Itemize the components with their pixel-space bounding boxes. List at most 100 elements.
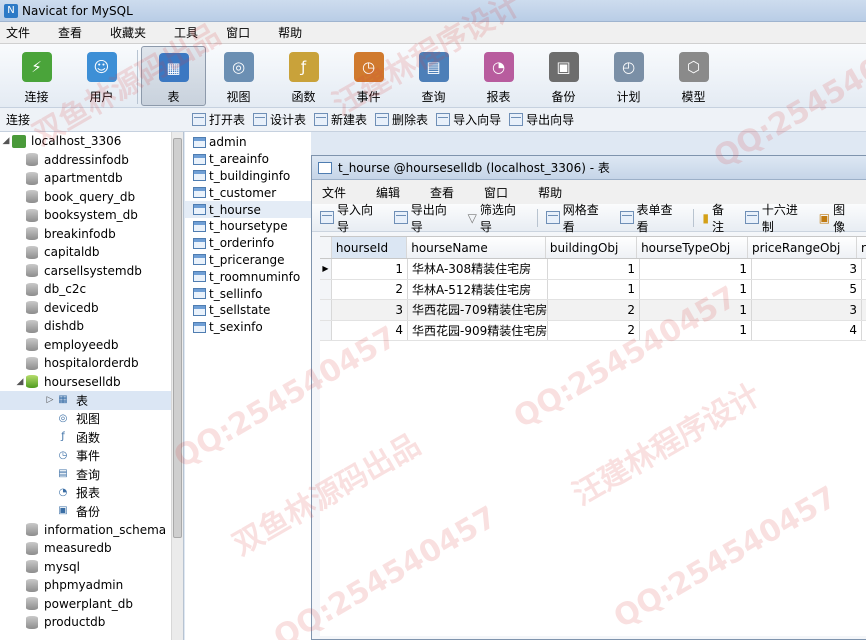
table-row[interactable]: 4 华西花园-909精装住宅房 2 1 4 bbox=[320, 320, 866, 341]
tw-menu-file[interactable]: 文件 bbox=[312, 184, 356, 201]
cell-hoursetypeobj[interactable]: 1 bbox=[640, 300, 752, 320]
cell-buildingobj[interactable]: 2 bbox=[548, 320, 640, 340]
tree-db[interactable]: capitaldb bbox=[0, 243, 183, 262]
event-button[interactable]: ◷ 事件 bbox=[336, 46, 401, 106]
cell-hourseid[interactable]: 2 bbox=[332, 279, 408, 299]
import-wizard-button[interactable]: 导入向导 bbox=[320, 201, 385, 235]
tw-menu-help[interactable]: 帮助 bbox=[528, 184, 572, 201]
cell-hourseid[interactable]: 1 bbox=[332, 259, 408, 279]
backup-button[interactable]: ▣ 备份 bbox=[531, 46, 596, 106]
new-table-button[interactable]: 新建表 bbox=[314, 111, 367, 128]
cell-hourseid[interactable]: 3 bbox=[332, 300, 408, 320]
column-header[interactable]: hourseName bbox=[407, 237, 546, 258]
table-button[interactable]: ▦ 表 bbox=[141, 46, 206, 106]
function-button[interactable]: ƒ 函数 bbox=[271, 46, 336, 106]
tree-node-tables[interactable]: ▷ ▦ 表 bbox=[0, 391, 183, 410]
model-button[interactable]: ⬡ 模型 bbox=[661, 46, 726, 106]
tree-db[interactable]: breakinfodb bbox=[0, 225, 183, 244]
object-item[interactable]: t_sellstate bbox=[185, 302, 311, 319]
cell-buildingobj[interactable]: 1 bbox=[548, 259, 640, 279]
tw-menu-edit[interactable]: 编辑 bbox=[366, 184, 410, 201]
collapse-arrow-icon[interactable]: ◢ bbox=[14, 377, 26, 387]
report-button[interactable]: ◔ 报表 bbox=[466, 46, 531, 106]
menu-tools[interactable]: 工具 bbox=[168, 24, 208, 41]
tree-db[interactable]: dishdb bbox=[0, 317, 183, 336]
tree-db[interactable]: addressinfodb bbox=[0, 151, 183, 170]
tree-server[interactable]: ◢ localhost_3306 bbox=[0, 132, 183, 151]
tree-db[interactable]: apartmentdb bbox=[0, 169, 183, 188]
hex-button[interactable]: 十六进制 bbox=[744, 201, 810, 235]
cell-hourseid[interactable]: 4 bbox=[332, 320, 408, 340]
object-item[interactable]: t_areainfo bbox=[185, 151, 311, 168]
tree-db[interactable]: phpmyadmin bbox=[0, 576, 183, 595]
tree-node-reports[interactable]: ◔ 报表 bbox=[0, 484, 183, 503]
tree-db[interactable]: productdb bbox=[0, 613, 183, 632]
object-item-selected[interactable]: t_hourse bbox=[185, 201, 311, 218]
cell-hoursetypeobj[interactable]: 1 bbox=[640, 279, 752, 299]
cell-pricerangeobj[interactable]: 3 bbox=[752, 259, 862, 279]
schedule-button[interactable]: ◴ 计划 bbox=[596, 46, 661, 106]
cell-hoursetypeobj[interactable]: 1 bbox=[640, 320, 752, 340]
cell-hoursename[interactable]: 华林A-308精装住宅房 bbox=[408, 259, 548, 279]
menu-help[interactable]: 帮助 bbox=[272, 24, 312, 41]
menu-favorites[interactable]: 收藏夹 bbox=[104, 24, 156, 41]
memo-button[interactable]: ▮ 备注 bbox=[702, 201, 736, 235]
filter-wizard-button[interactable]: ▽ 筛选向导 bbox=[468, 201, 528, 235]
tree-node-queries[interactable]: ▤ 查询 bbox=[0, 465, 183, 484]
cell-hoursename[interactable]: 华西花园-909精装住宅房 bbox=[408, 320, 548, 340]
tw-menu-window[interactable]: 窗口 bbox=[474, 184, 518, 201]
scrollbar-thumb[interactable] bbox=[173, 138, 182, 538]
tree-db[interactable]: measuredb bbox=[0, 539, 183, 558]
column-header[interactable]: hourseId bbox=[331, 237, 408, 258]
cell-hoursename[interactable]: 华林A-512精装住宅房 bbox=[408, 279, 548, 299]
menu-file[interactable]: 文件 bbox=[0, 24, 40, 41]
object-item[interactable]: admin bbox=[185, 134, 311, 151]
collapse-arrow-icon[interactable]: ◢ bbox=[0, 136, 12, 146]
tree-db[interactable]: hospitalorderdb bbox=[0, 354, 183, 373]
query-button[interactable]: ▤ 查询 bbox=[401, 46, 466, 106]
tree-db[interactable]: powerplant_db bbox=[0, 595, 183, 614]
user-button[interactable]: ☺ 用户 bbox=[69, 46, 134, 106]
table-row[interactable]: 3 华西花园-709精装住宅房 2 1 3 bbox=[320, 300, 866, 321]
import-wizard-button[interactable]: 导入向导 bbox=[436, 111, 501, 128]
object-item[interactable]: t_buildinginfo bbox=[185, 168, 311, 185]
tree-db-open[interactable]: ◢ hourseselldb bbox=[0, 373, 183, 392]
tree-node-functions[interactable]: ƒ 函数 bbox=[0, 428, 183, 447]
table-window-titlebar[interactable]: t_hourse @hourseselldb (localhost_3306) … bbox=[312, 156, 866, 180]
cell-hoursetypeobj[interactable]: 1 bbox=[640, 259, 752, 279]
tree-node-views[interactable]: ◎ 视图 bbox=[0, 410, 183, 429]
object-item[interactable]: t_orderinfo bbox=[185, 235, 311, 252]
connection-button[interactable]: ⚡ 连接 bbox=[4, 46, 69, 106]
tree-node-backups[interactable]: ▣ 备份 bbox=[0, 502, 183, 521]
menu-view[interactable]: 查看 bbox=[52, 24, 92, 41]
tree-db[interactable]: booksystem_db bbox=[0, 206, 183, 225]
object-item[interactable]: t_roomnuminfo bbox=[185, 268, 311, 285]
column-header[interactable]: buildingObj bbox=[546, 237, 638, 258]
design-table-button[interactable]: 设计表 bbox=[253, 111, 306, 128]
tree-db[interactable]: mysql bbox=[0, 558, 183, 577]
menu-window[interactable]: 窗口 bbox=[220, 24, 260, 41]
view-button[interactable]: ◎ 视图 bbox=[206, 46, 271, 106]
object-item[interactable]: t_pricerange bbox=[185, 252, 311, 269]
cell-buildingobj[interactable]: 1 bbox=[548, 279, 640, 299]
object-item[interactable]: t_customer bbox=[185, 184, 311, 201]
table-row[interactable]: 2 华林A-512精装住宅房 1 1 5 bbox=[320, 279, 866, 300]
object-item[interactable]: t_sellinfo bbox=[185, 285, 311, 302]
export-wizard-button[interactable]: 导出向导 bbox=[509, 111, 574, 128]
cell-pricerangeobj[interactable]: 5 bbox=[752, 279, 862, 299]
column-header[interactable]: priceRangeObj bbox=[748, 237, 858, 258]
tree-node-events[interactable]: ◷ 事件 bbox=[0, 447, 183, 466]
object-item[interactable]: t_sexinfo bbox=[185, 319, 311, 336]
tree-db[interactable]: db_c2c bbox=[0, 280, 183, 299]
tree-db[interactable]: book_query_db bbox=[0, 188, 183, 207]
cell-pricerangeobj[interactable]: 4 bbox=[752, 320, 862, 340]
tree-scrollbar[interactable] bbox=[171, 132, 183, 640]
table-row[interactable]: ▶ 1 华林A-308精装住宅房 1 1 3 bbox=[320, 259, 866, 280]
cell-hoursename[interactable]: 华西花园-709精装住宅房 bbox=[408, 300, 548, 320]
image-button[interactable]: ▣ 图像 bbox=[819, 201, 857, 235]
tree-db[interactable]: devicedb bbox=[0, 299, 183, 318]
expand-arrow-icon[interactable]: ▷ bbox=[44, 395, 56, 405]
open-table-button[interactable]: 打开表 bbox=[192, 111, 245, 128]
export-wizard-button[interactable]: 导出向导 bbox=[393, 201, 459, 235]
column-header[interactable]: hourseTypeObj bbox=[637, 237, 749, 258]
